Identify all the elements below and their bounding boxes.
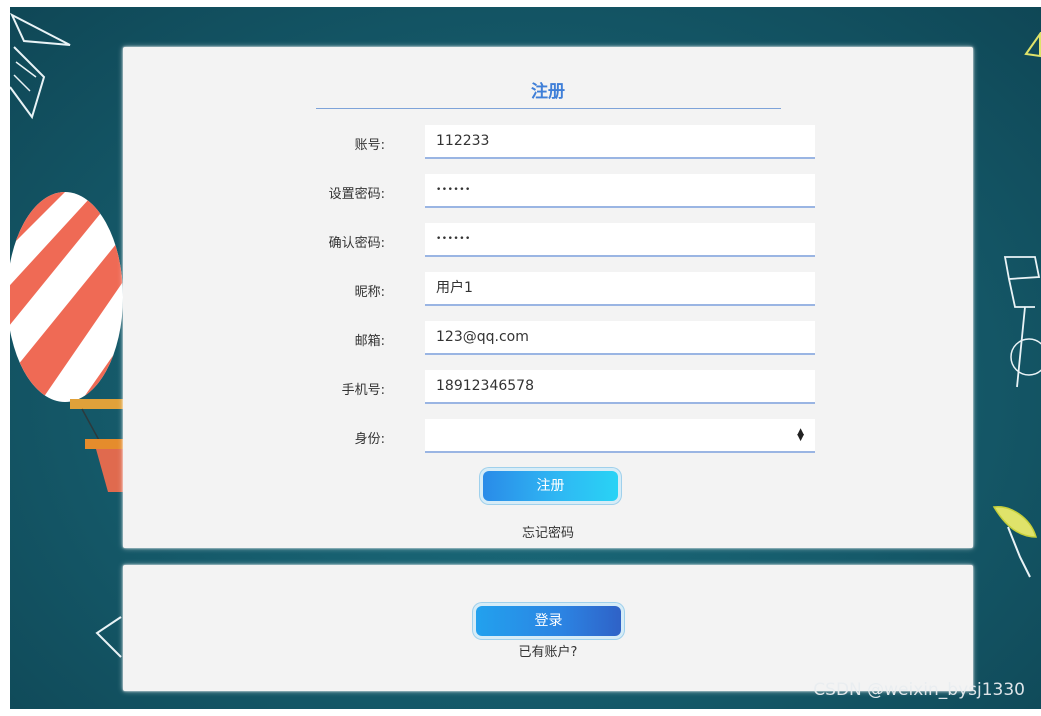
register-card: 注册 账号: 112233 设置密码: •••••• 确认密码: •••••• … (123, 47, 973, 548)
password-label: 设置密码: (328, 187, 385, 202)
title-divider (316, 108, 781, 109)
page-title: 注册 (531, 82, 565, 102)
form-row-password: 设置密码: •••••• (123, 174, 973, 210)
have-account-text: 已有账户? (518, 645, 578, 660)
role-select[interactable]: ▲ ▼ (425, 419, 815, 453)
phone-input[interactable]: 18912346578 (425, 370, 815, 404)
arrow-doodle-icon (95, 616, 122, 658)
form-row-account: 账号: 112233 (123, 125, 973, 161)
email-input[interactable]: 123@qq.com (425, 321, 815, 355)
hot-air-balloon-icon (10, 192, 123, 492)
rocket-doodle-icon (992, 506, 1038, 578)
account-input[interactable]: 112233 (425, 125, 815, 159)
bicycle-doodle-icon (1003, 256, 1041, 388)
form-row-nickname: 昵称: 用户1 (123, 272, 973, 308)
confirm-password-input[interactable]: •••••• (425, 223, 815, 257)
nickname-input[interactable]: 用户1 (425, 272, 815, 306)
nickname-label: 昵称: (354, 285, 385, 300)
password-input[interactable]: •••••• (425, 174, 815, 208)
app-background: 注册 账号: 112233 设置密码: •••••• 确认密码: •••••• … (10, 7, 1041, 709)
form-row-confirm-password: 确认密码: •••••• (123, 223, 973, 259)
airplane-doodle-icon (10, 12, 71, 120)
form-row-role: 身份: ▲ ▼ (123, 419, 973, 455)
watermark: CSDN @weixin_bysj1330 (813, 680, 1025, 700)
register-button[interactable]: 注册 (483, 471, 618, 501)
phone-label: 手机号: (341, 383, 385, 398)
login-card: 登录 已有账户? (123, 565, 973, 691)
select-arrows-icon: ▲ ▼ (797, 427, 804, 443)
forgot-password-link[interactable]: 忘记密码 (123, 522, 973, 541)
role-label: 身份: (354, 432, 385, 447)
account-label: 账号: (354, 138, 385, 153)
corner-doodle-icon (1024, 32, 1041, 58)
login-button[interactable]: 登录 (476, 606, 621, 636)
confirm-password-label: 确认密码: (328, 236, 385, 251)
email-label: 邮箱: (354, 334, 385, 349)
form-row-phone: 手机号: 18912346578 (123, 370, 973, 406)
form-row-email: 邮箱: 123@qq.com (123, 321, 973, 357)
